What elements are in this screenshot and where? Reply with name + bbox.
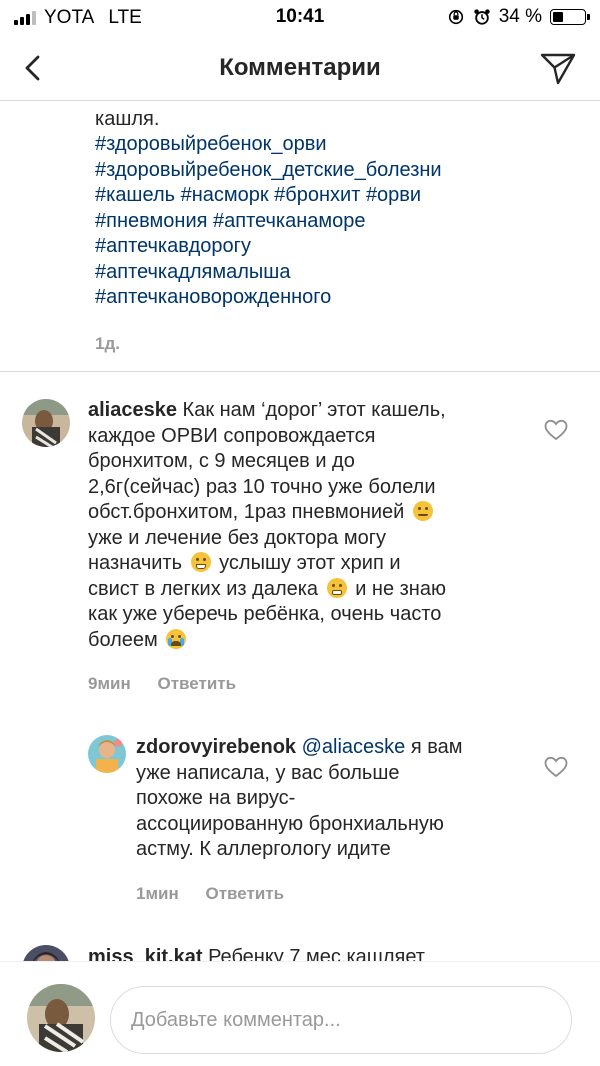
caption-time: 1д. bbox=[95, 333, 120, 353]
comment-time: 1мин bbox=[136, 883, 179, 903]
comment-line: уже написала, у вас больше bbox=[136, 761, 400, 784]
comments-list[interactable]: кашля. #здоровыйребенок_орви #здоровыйре… bbox=[0, 101, 600, 961]
crying-face-icon bbox=[166, 628, 187, 649]
battery-icon bbox=[550, 9, 590, 25]
status-bar: YOTA LTE 10:41 34 % bbox=[0, 0, 600, 36]
comments-screen: YOTA LTE 10:41 34 % Комментарии кашля. #… bbox=[0, 0, 600, 1066]
comment-username[interactable]: zdorovyirebenok bbox=[136, 736, 296, 758]
hashtag-link[interactable]: #здоровыйребенок_детские_болезни bbox=[95, 158, 575, 184]
comment-meta: 1мин Ответить bbox=[136, 881, 536, 907]
laughing-tears-icon bbox=[190, 552, 211, 572]
comment-line: каждое ОРВИ сопровождается bbox=[88, 424, 376, 447]
comment-username[interactable]: miss_kit.kat bbox=[88, 946, 203, 961]
comment-line: астму. К аллергологу идите bbox=[136, 838, 391, 860]
comment-line: бронхитом, с 9 месяцев и до bbox=[88, 450, 355, 472]
caption-meta: 1д. bbox=[95, 331, 575, 357]
hashtag-link[interactable]: #кашель #насморк #бронхит #орви bbox=[95, 183, 575, 209]
hashtag-link[interactable]: #пневмония #аптечканаморе bbox=[95, 209, 575, 235]
hashtag-link[interactable]: #здоровыйребенок_орви bbox=[95, 132, 575, 158]
orientation-lock-icon bbox=[448, 9, 463, 25]
heart-icon[interactable] bbox=[544, 756, 568, 778]
heart-icon[interactable] bbox=[544, 419, 568, 441]
caption-divider bbox=[0, 371, 600, 372]
avatar[interactable] bbox=[22, 399, 70, 447]
reply-button[interactable]: Ответить bbox=[157, 674, 236, 693]
comment-line: я вам bbox=[410, 736, 463, 758]
comment-line: Ребенку 7 мес,кашляет bbox=[208, 946, 425, 961]
paper-plane-icon[interactable] bbox=[538, 50, 578, 86]
hashtag-link[interactable]: #аптечкавдорогу bbox=[95, 234, 575, 260]
comment-line: и не знаю bbox=[355, 577, 446, 600]
hashtag-link[interactable]: #аптечкадлямалыша bbox=[95, 260, 575, 286]
hashtag-link[interactable]: #аптечкановорожденного bbox=[95, 285, 575, 311]
comment-line: как уже уберечь ребёнка, очень часто bbox=[88, 603, 442, 625]
comment-meta: 9мин Ответить bbox=[88, 671, 528, 697]
comment-username[interactable]: aliaceske bbox=[88, 399, 177, 421]
comment-line: обст.бронхитом, 1раз пневмонией bbox=[88, 501, 405, 523]
mention-link[interactable]: @aliaceske bbox=[302, 736, 406, 758]
caption-text: кашля. bbox=[95, 107, 160, 130]
avatar-image bbox=[22, 945, 70, 961]
comment-line: ассоциированную бронхиальную bbox=[136, 812, 444, 835]
comment-input-bar bbox=[0, 961, 600, 1066]
reply-button[interactable]: Ответить bbox=[205, 884, 284, 903]
comment-line: свист в легких из далека bbox=[88, 577, 319, 600]
comment-body: miss_kit.kat Ребенку 7 мес,кашляет bbox=[88, 945, 528, 961]
comment-body: aliaceske Как нам ‘дорог’ этот кашель, к… bbox=[88, 398, 528, 697]
post-caption: кашля. #здоровыйребенок_орви #здоровыйре… bbox=[95, 101, 575, 356]
comment-time: 9мин bbox=[88, 674, 131, 693]
battery-percent: 34 % bbox=[498, 6, 542, 27]
avatar[interactable] bbox=[88, 735, 126, 773]
battery-level bbox=[553, 12, 564, 22]
comment-line: услышу этот хрип и bbox=[219, 552, 401, 574]
page-title: Комментарии bbox=[219, 54, 381, 81]
header: Комментарии bbox=[0, 36, 600, 101]
avatar-image bbox=[27, 984, 95, 1052]
comment-line: Как нам ‘дорог’ этот кашель, bbox=[182, 399, 446, 421]
comment-line: назначить bbox=[88, 552, 183, 574]
comment-line: похоже на вирус- bbox=[136, 787, 296, 809]
avatar-image bbox=[22, 399, 70, 447]
comment-line: болеем bbox=[88, 628, 158, 651]
my-avatar bbox=[27, 984, 95, 1052]
grimacing-face-icon bbox=[326, 577, 347, 598]
comment-input[interactable] bbox=[110, 986, 572, 1054]
comment-line: уже и лечение без доктора могу bbox=[88, 526, 387, 549]
avatar[interactable] bbox=[22, 945, 70, 961]
confounded-face-icon bbox=[412, 501, 433, 521]
reply-body: zdorovyirebenok @aliaceske я вам уже нап… bbox=[136, 735, 536, 906]
comment-line: 2,6г(сейчас) раз 10 точно уже болели bbox=[88, 475, 436, 498]
status-right: 34 % bbox=[447, 6, 590, 28]
avatar-image bbox=[88, 735, 126, 773]
alarm-icon bbox=[474, 9, 490, 25]
